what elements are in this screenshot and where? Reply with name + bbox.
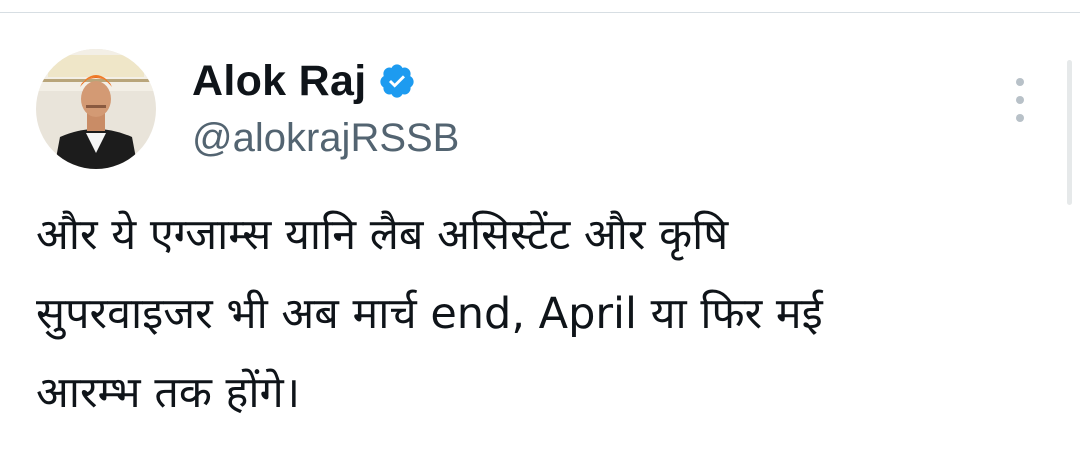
author-name-row: Alok Raj <box>192 54 459 108</box>
tweet-text-line: आरम्भ तक होंगे। <box>36 368 301 418</box>
verified-badge-icon <box>378 62 416 100</box>
author-handle[interactable]: @alokrajRSSB <box>192 116 459 161</box>
tweet-text-line: और ये एग्जाम्स यानि लैब असिस्टेंट और कृष… <box>36 210 729 260</box>
author-display-name[interactable]: Alok Raj <box>192 57 366 106</box>
tweet-author: Alok Raj @alokrajRSSB <box>192 54 459 161</box>
more-options-icon[interactable] <box>1006 78 1034 122</box>
profile-photo <box>36 49 156 169</box>
tweet-text: और ये एग्जाम्स यानि लैब असिस्टेंट और कृष… <box>36 196 1036 433</box>
top-divider <box>0 12 1080 13</box>
tweet-text-line: सुपरवाइजर भी अब मार्च end, April या फिर … <box>36 289 823 339</box>
scrollbar[interactable] <box>1067 60 1072 205</box>
avatar[interactable] <box>36 49 156 169</box>
